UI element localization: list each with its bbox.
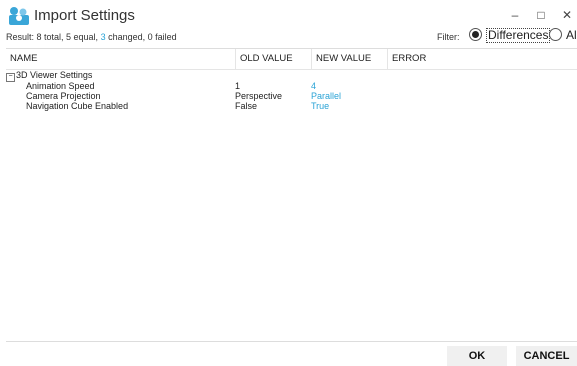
result-summary: Result: 8 total, 5 equal, 3 changed, 0 f… <box>6 32 177 42</box>
app-icon <box>8 6 30 26</box>
filter-differences-radio[interactable] <box>469 28 482 41</box>
title-bar: Import Settings – □ ✕ <box>0 0 577 30</box>
column-header-name[interactable]: NAME <box>6 49 236 69</box>
table-row[interactable]: Camera Projection Perspective Parallel <box>6 91 577 101</box>
close-button[interactable]: ✕ <box>556 4 577 26</box>
result-prefix: Result: 8 total, 5 equal, <box>6 32 101 42</box>
cell-old-value: False <box>235 101 258 111</box>
minimize-button[interactable]: – <box>504 4 526 26</box>
cancel-button[interactable]: CANCEL <box>516 346 577 366</box>
grid-header: NAME OLD VALUE NEW VALUE ERROR <box>6 49 577 70</box>
filter-differences-label[interactable]: Differences <box>486 28 551 43</box>
column-header-old-value[interactable]: OLD VALUE <box>236 49 312 69</box>
cell-name: Animation Speed <box>26 81 95 91</box>
cell-old-value: 1 <box>235 81 241 91</box>
ok-button[interactable]: OK <box>447 346 507 366</box>
column-header-new-value[interactable]: NEW VALUE <box>312 49 388 69</box>
window-title: Import Settings <box>34 7 135 24</box>
cell-name: Camera Projection <box>26 91 101 101</box>
result-suffix: changed, 0 failed <box>105 32 177 42</box>
group-row-3d-viewer-settings[interactable]: −3D Viewer Settings <box>6 70 93 82</box>
column-header-error[interactable]: ERROR <box>388 49 577 69</box>
filter-all-label[interactable]: All <box>566 28 577 42</box>
maximize-button[interactable]: □ <box>530 4 552 26</box>
cell-new-value: True <box>311 101 330 111</box>
cell-new-value: 4 <box>311 81 317 91</box>
table-row[interactable]: Animation Speed 1 4 <box>6 81 577 91</box>
filter-label: Filter: <box>437 32 460 42</box>
table-row[interactable]: Navigation Cube Enabled False True <box>6 101 577 111</box>
group-label: 3D Viewer Settings <box>16 70 93 80</box>
cell-new-value: Parallel <box>311 91 342 101</box>
filter-all-radio[interactable] <box>549 28 562 41</box>
cell-name: Navigation Cube Enabled <box>26 101 129 111</box>
cell-old-value: Perspective <box>235 91 283 101</box>
settings-grid: NAME OLD VALUE NEW VALUE ERROR −3D Viewe… <box>6 48 577 342</box>
